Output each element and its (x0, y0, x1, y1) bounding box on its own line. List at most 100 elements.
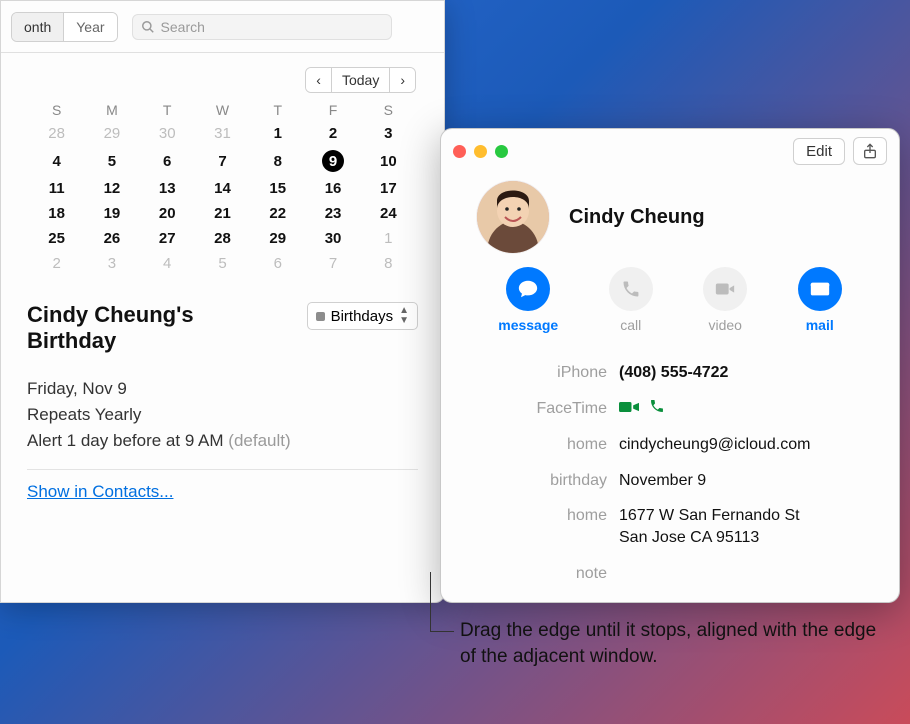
date-cell[interactable]: 27 (140, 226, 195, 251)
weekday-header: F (305, 99, 360, 121)
segment-year[interactable]: Year (63, 13, 116, 41)
date-cell[interactable]: 24 (361, 201, 416, 226)
field-key: note (459, 563, 619, 585)
field-value[interactable] (619, 398, 861, 421)
share-icon (862, 142, 878, 160)
minimize-window-button[interactable] (474, 145, 487, 158)
date-cell[interactable]: 19 (84, 201, 139, 226)
action-label: mail (806, 317, 834, 333)
field-list: iPhone(408) 555-4722FaceTimehomecindyche… (459, 349, 881, 591)
date-cell[interactable]: 22 (250, 201, 305, 226)
phone-icon (609, 267, 653, 311)
search-placeholder: Search (161, 19, 205, 35)
month-table: SMTWTFS282930311234567891011121314151617… (29, 99, 416, 276)
weekday-header: T (140, 99, 195, 121)
field-row: iPhone(408) 555-4722 (459, 355, 861, 391)
calendar-toolbar: onth Year Search (1, 1, 444, 53)
date-cell[interactable]: 4 (29, 146, 84, 176)
date-cell[interactable]: 8 (361, 251, 416, 276)
date-cell[interactable]: 12 (84, 176, 139, 201)
date-cell[interactable]: 30 (305, 226, 360, 251)
date-cell[interactable]: 2 (29, 251, 84, 276)
facetime-icons[interactable] (619, 401, 675, 418)
field-row: home1677 W San Fernando StSan Jose CA 95… (459, 498, 861, 555)
action-label: video (708, 317, 741, 333)
fullscreen-window-button[interactable] (495, 145, 508, 158)
share-button[interactable] (853, 137, 887, 165)
search-field[interactable]: Search (132, 14, 392, 40)
field-row: homecindycheung9@icloud.com (459, 427, 861, 463)
callout-text: Drag the edge until it stops, aligned wi… (460, 618, 890, 669)
calendar-window: onth Year Search ‹ Today › SMTWTFS282930… (0, 0, 445, 603)
close-window-button[interactable] (453, 145, 466, 158)
date-cell[interactable]: 31 (195, 121, 250, 146)
action-row: message call video mail (459, 267, 881, 349)
avatar[interactable] (477, 181, 549, 253)
edit-button[interactable]: Edit (793, 138, 845, 165)
message-icon (506, 267, 550, 311)
date-cell[interactable]: 14 (195, 176, 250, 201)
field-row: FaceTime (459, 391, 861, 428)
date-cell[interactable]: 1 (361, 226, 416, 251)
date-cell[interactable]: 17 (361, 176, 416, 201)
field-key: birthday (459, 470, 619, 492)
contact-name: Cindy Cheung (569, 206, 705, 229)
calendar-picker[interactable]: Birthdays ▲▼ (307, 302, 418, 330)
contacts-titlebar: Edit (441, 129, 899, 173)
today-button[interactable]: Today (331, 68, 389, 92)
date-cell[interactable]: 23 (305, 201, 360, 226)
date-cell[interactable]: 9 (305, 146, 360, 176)
show-in-contacts-link[interactable]: Show in Contacts... (27, 482, 173, 501)
date-cell[interactable]: 29 (84, 121, 139, 146)
field-row: birthdayNovember 9 (459, 463, 861, 499)
date-cell[interactable]: 3 (84, 251, 139, 276)
action-message[interactable]: message (498, 267, 558, 333)
date-cell[interactable]: 6 (250, 251, 305, 276)
date-cell[interactable]: 18 (29, 201, 84, 226)
next-month-button[interactable]: › (389, 68, 415, 92)
segment-month[interactable]: onth (12, 13, 63, 41)
date-cell[interactable]: 4 (140, 251, 195, 276)
action-call[interactable]: call (609, 267, 653, 333)
date-cell[interactable]: 28 (29, 121, 84, 146)
search-icon (141, 20, 155, 34)
contacts-window: Edit Cindy Cheung message call video mail i… (440, 128, 900, 603)
field-key: home (459, 434, 619, 456)
date-cell[interactable]: 13 (140, 176, 195, 201)
date-cell[interactable]: 3 (361, 121, 416, 146)
date-cell[interactable]: 5 (195, 251, 250, 276)
date-cell[interactable]: 5 (84, 146, 139, 176)
action-mail[interactable]: mail (798, 267, 842, 333)
date-cell[interactable]: 20 (140, 201, 195, 226)
weekday-header: S (361, 99, 416, 121)
weekday-header: T (250, 99, 305, 121)
date-cell[interactable]: 8 (250, 146, 305, 176)
date-cell[interactable]: 26 (84, 226, 139, 251)
field-value: cindycheung9@icloud.com (619, 434, 861, 456)
date-cell[interactable]: 30 (140, 121, 195, 146)
date-cell[interactable]: 21 (195, 201, 250, 226)
prev-month-button[interactable]: ‹ (306, 68, 331, 92)
callout-line (430, 572, 454, 632)
date-cell[interactable]: 7 (195, 146, 250, 176)
contact-header: Cindy Cheung (459, 173, 881, 267)
date-cell[interactable]: 16 (305, 176, 360, 201)
date-cell[interactable]: 6 (140, 146, 195, 176)
date-cell[interactable]: 15 (250, 176, 305, 201)
date-cell[interactable]: 1 (250, 121, 305, 146)
date-cell[interactable]: 29 (250, 226, 305, 251)
calendar-color-dot (316, 312, 325, 321)
field-value: 1677 W San Fernando StSan Jose CA 95113 (619, 505, 861, 548)
weekday-header: W (195, 99, 250, 121)
date-cell[interactable]: 7 (305, 251, 360, 276)
mail-icon (798, 267, 842, 311)
date-cell[interactable]: 11 (29, 176, 84, 201)
event-repeat: Repeats Yearly (27, 405, 418, 425)
date-cell[interactable]: 25 (29, 226, 84, 251)
date-cell[interactable]: 28 (195, 226, 250, 251)
field-value (619, 563, 861, 585)
action-video[interactable]: video (703, 267, 747, 333)
date-cell[interactable]: 2 (305, 121, 360, 146)
video-icon (703, 267, 747, 311)
date-cell[interactable]: 10 (361, 146, 416, 176)
